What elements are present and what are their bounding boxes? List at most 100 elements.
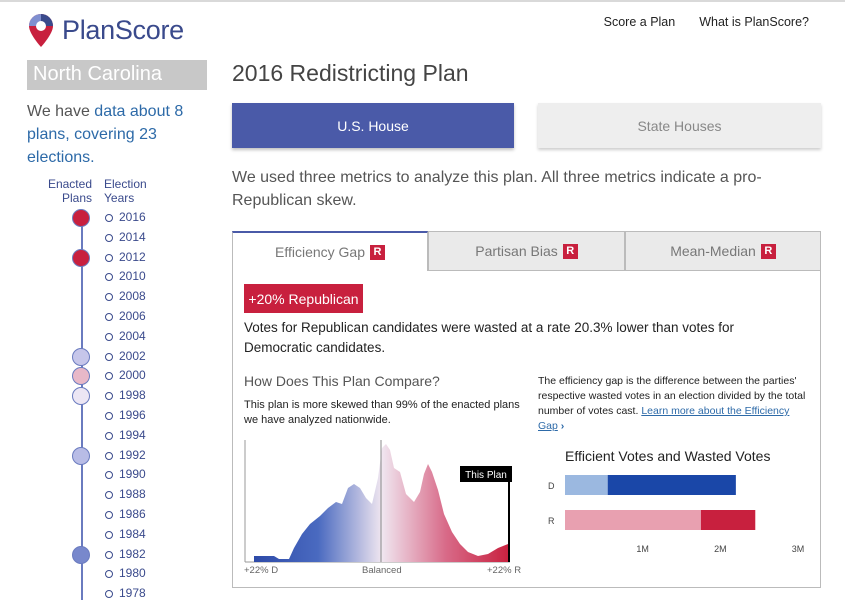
axis-label-left: +22% D [244,565,279,576]
tab-label: Mean-Median [670,243,756,259]
election-year-dot [105,511,113,519]
republican-badge: R [562,243,578,259]
state-houses-button[interactable]: State Houses [538,103,821,148]
year-row-2012[interactable]: 2012 [0,248,200,268]
year-row-1996[interactable]: 1996 [0,406,200,426]
metric-tabs: Efficiency Gap R Partisan Bias R Mean-Medi… [232,231,821,271]
efficiency-gap-explanation: The efficiency gap is the difference bet… [538,374,808,434]
result-text: Votes for Republican candidates were was… [244,320,735,355]
page-title: 2016 Redistricting Plan [232,60,469,86]
enacted-plan-circle[interactable] [72,367,90,386]
election-year-dot [105,550,113,559]
year-row-2014[interactable]: 2014 [0,228,200,248]
enacted-plan-circle[interactable] [72,545,90,564]
year-label: 1982 [119,546,146,561]
top-border [0,0,845,2]
bar-D-segment-0 [565,475,608,495]
election-year-dot [105,352,113,361]
nav-score-a-plan[interactable]: Score a Plan [604,15,676,29]
republican-badge: R [760,243,776,259]
election-year-dot [105,253,113,262]
enacted-plans-heading: Enacted Plans [40,177,92,205]
year-row-1984[interactable]: 1984 [0,525,200,545]
enacted-heading-line2: Plans [61,191,92,205]
election-year-dot [105,293,113,302]
tab-label: Efficiency Gap [274,244,365,260]
summary-prefix: We have [27,103,95,120]
bar-D-segment-1 [607,475,736,495]
election-year-dot [105,313,113,321]
intro-text: We used three metrics to analyze this pl… [232,169,762,209]
chevron-right-icon: › [560,420,565,432]
year-label: 2000 [119,368,146,383]
year-label: 1986 [119,507,146,521]
election-year-dot [105,590,113,599]
year-label: 2004 [119,328,146,343]
year-row-1994[interactable]: 1994 [0,426,200,446]
year-row-2004[interactable]: 2004 [0,327,200,347]
bar-R-segment-1 [700,510,756,530]
enacted-plan-circle[interactable] [72,446,90,465]
year-row-2000[interactable]: 2000 [0,366,200,386]
axis-label-center: Balanced [362,565,402,576]
nav-what-is-planscore[interactable]: What is PlanScore? [699,15,809,29]
tab-partisan-bias[interactable]: Partisan Bias R [428,231,625,271]
year-row-1992[interactable]: 1992 [0,446,200,466]
year-row-1988[interactable]: 1988 [0,485,200,505]
election-year-dot [105,570,113,579]
election-year-dot [105,214,113,222]
sidebar-summary: We have data about 8 plans, covering 23 … [27,100,207,169]
election-year-dot [105,233,113,242]
year-row-2010[interactable]: 2010 [0,267,200,287]
result-badge: +20% Republican [244,284,363,313]
year-label: 1992 [119,447,146,462]
year-row-1998[interactable]: 1998 [0,386,200,406]
election-year-dot [105,332,113,341]
state-name: North Carolina [27,60,207,90]
election-year-dot [105,431,113,440]
year-row-1990[interactable]: 1990 [0,465,200,485]
year-row-1986[interactable]: 1986 [0,505,200,525]
republican-badge: R [370,244,385,260]
year-label: 1996 [119,408,146,422]
us-house-button[interactable]: U.S. House [232,103,514,148]
year-row-2006[interactable]: 2006 [0,307,200,327]
enacted-plan-circle[interactable] [72,248,90,267]
years-heading-line2: Years [104,191,135,205]
year-row-1982[interactable]: 1982 [0,545,200,565]
logo-pin-icon [29,14,53,47]
year-label: 2008 [119,289,146,304]
x-tick-label: 2M [714,544,727,554]
bar-R-segment-0 [565,510,701,530]
election-year-dot [105,412,113,420]
election-year-dot [105,392,113,401]
bar-category-label: R [548,516,555,526]
planscore-logo[interactable]: PlanScore [26,12,184,48]
year-label: 1994 [119,427,146,442]
enacted-plan-circle[interactable] [72,347,90,366]
tab-efficiency-gap[interactable]: Efficiency Gap R [232,231,428,271]
election-year-dot [105,273,113,282]
compare-text: This plan is more skewed than 99% of the… [244,399,520,426]
election-year-dot [105,491,113,500]
wasted-votes-chart: D R 1M 2M 3M [548,475,804,554]
brand-name: PlanScore [62,14,184,45]
enacted-plan-circle[interactable] [72,387,90,406]
compare-heading: How Does This Plan Compare? [244,373,440,389]
election-year-dot [105,372,113,381]
year-label: 2014 [119,229,146,244]
year-row-1980[interactable]: 1980 [0,564,200,584]
year-row-2016[interactable]: 2016 [0,208,200,228]
year-row-1978[interactable]: 1978 [0,584,200,600]
year-label: 1980 [119,566,146,581]
distribution-chart: This Plan [244,440,512,563]
year-row-2002[interactable]: 2002 [0,347,200,367]
distribution-curve [254,444,510,562]
enacted-plan-circle[interactable] [72,209,90,227]
years-heading-line1: Election [104,177,147,191]
year-label: 2012 [119,249,146,264]
year-label: 1988 [119,487,146,502]
tab-mean-median[interactable]: Mean-Median R [625,231,821,271]
election-year-dot [105,530,113,539]
year-row-2008[interactable]: 2008 [0,287,200,307]
